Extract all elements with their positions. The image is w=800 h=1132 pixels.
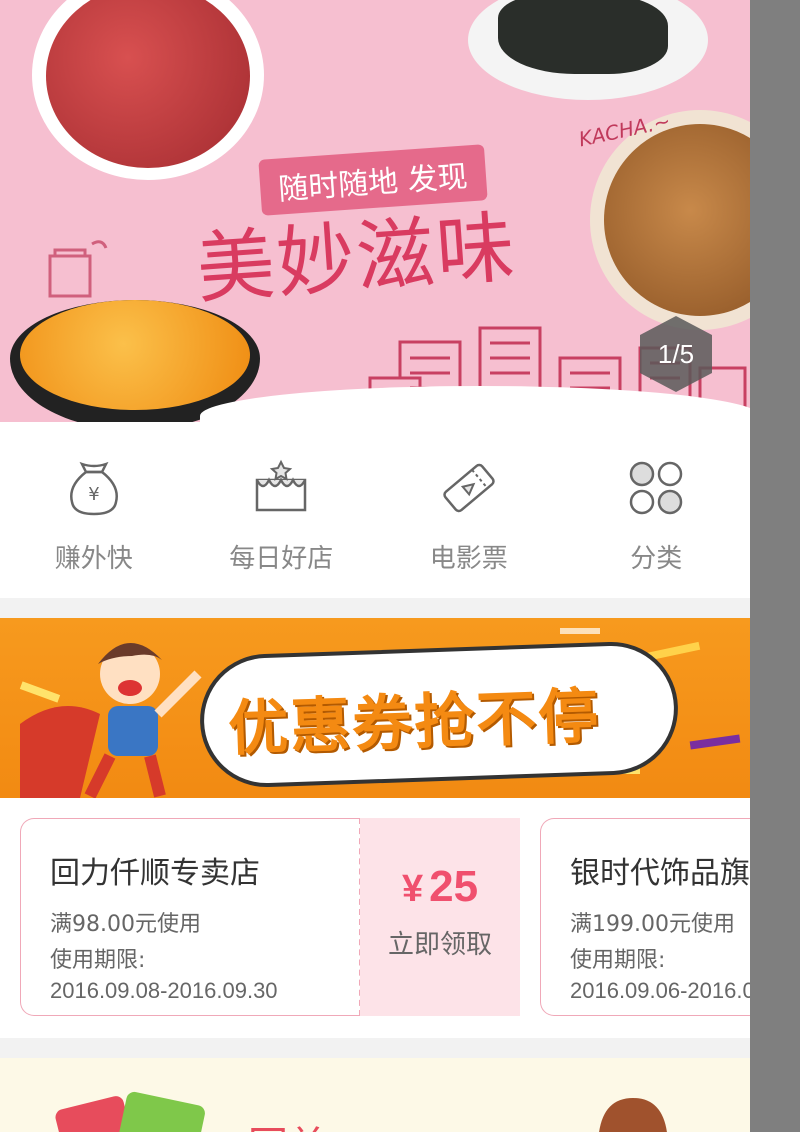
category-grid-icon bbox=[630, 461, 683, 515]
nav-item-earn-extra[interactable]: ¥ 赚外快 bbox=[0, 422, 188, 598]
coupon-condition: 满199.00元使用 bbox=[570, 912, 735, 937]
slide-indicator: 1/5 bbox=[640, 316, 712, 392]
strawberry-plate-image bbox=[32, 0, 264, 180]
promo-banner-carousel[interactable]: 随时随地 发现 美妙滋味 KACHA.~ 1/5 bbox=[0, 0, 750, 422]
nav-item-daily-shop[interactable]: 每日好店 bbox=[188, 422, 376, 598]
claim-coupon-button[interactable]: ¥25 立即领取 bbox=[360, 818, 520, 1016]
quick-nav: ¥ 赚外快 每日好店 电影票 分类 bbox=[0, 422, 750, 598]
nav-item-categories[interactable]: 分类 bbox=[563, 422, 751, 598]
section-title-fragment: 回首 bbox=[248, 1114, 328, 1132]
money-bag-icon: ¥ bbox=[69, 461, 118, 516]
nav-item-label: 电影票 bbox=[429, 544, 508, 574]
coupon-amount-value: 25 bbox=[429, 862, 479, 911]
next-section-preview[interactable]: 回首 bbox=[0, 1058, 750, 1132]
nav-item-label: 赚外快 bbox=[54, 544, 133, 574]
coupon-promo-banner[interactable]: 优惠券抢不停 bbox=[0, 618, 750, 798]
hat-illustration bbox=[599, 1098, 667, 1132]
slide-indicator-text: 1/5 bbox=[657, 338, 695, 369]
nav-item-label: 分类 bbox=[630, 544, 683, 574]
coupon-banner-title: 优惠券抢不停 bbox=[227, 681, 602, 765]
coupon-list: 回力仟顺专卖店 满98.00元使用 使用期限: 2016.09.08-2016.… bbox=[0, 798, 750, 1038]
coupon-condition: 满98.00元使用 bbox=[50, 912, 201, 937]
coupon-period: 2016.09.08-2016.09.30 bbox=[50, 978, 278, 1003]
coupon-period-label: 使用期限: bbox=[50, 948, 146, 973]
currency-symbol: ¥ bbox=[401, 868, 424, 910]
coupon-amount: ¥25 bbox=[402, 862, 478, 912]
banner-headline: 美妙滋味 bbox=[193, 202, 520, 316]
nav-item-label: 每日好店 bbox=[229, 544, 334, 574]
svg-text:¥: ¥ bbox=[88, 484, 99, 505]
claim-label: 立即领取 bbox=[387, 930, 492, 960]
seaweed-plate-image bbox=[468, 0, 708, 100]
coupon-shop-name: 回力仟顺专卖店 bbox=[50, 856, 260, 891]
coupon-period: 2016.09.06-2016.09.30 bbox=[570, 978, 750, 1003]
coupon-period-label: 使用期限: bbox=[570, 948, 666, 973]
nav-item-movie-tickets[interactable]: 电影票 bbox=[375, 422, 563, 598]
jar-doodle-icon bbox=[48, 240, 108, 298]
green-sticker-decoration bbox=[113, 1090, 207, 1132]
ticket-icon bbox=[443, 463, 495, 513]
app-screen: 随时随地 发现 美妙滋味 KACHA.~ 1/5 ¥ 赚外快 每日好店 电影票 … bbox=[0, 0, 750, 1132]
superhero-illustration bbox=[20, 642, 202, 798]
shop-icon bbox=[256, 459, 307, 512]
coupon-shop-name: 银时代饰品旗舰店 bbox=[570, 856, 750, 891]
